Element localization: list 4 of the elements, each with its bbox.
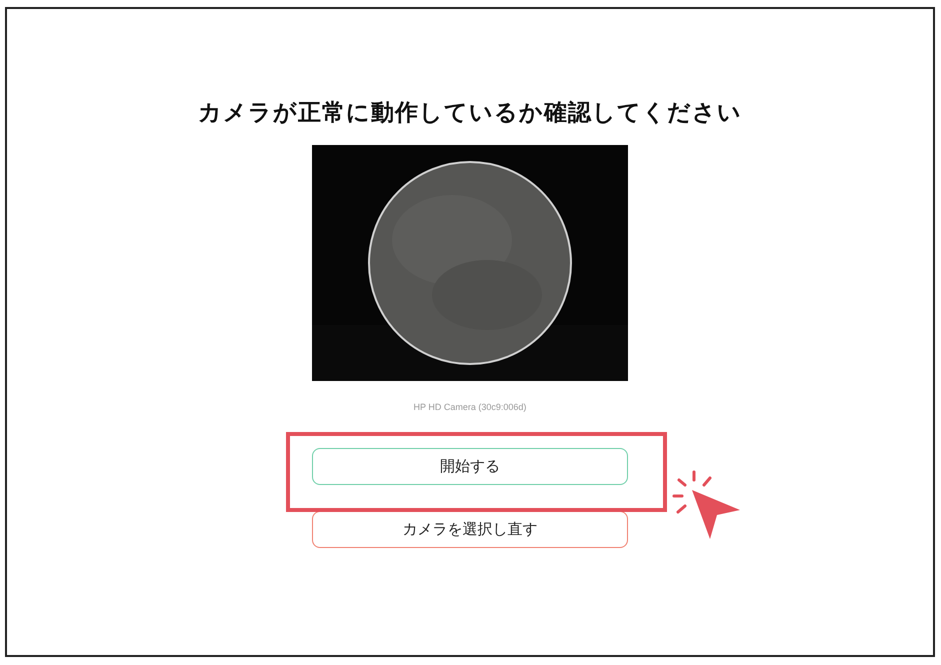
page-title: カメラが正常に動作しているか確認してください — [198, 99, 742, 128]
button[interactable]: 開始する — [312, 448, 628, 485]
device-label: HP HD Camera (30c9:006d) — [414, 402, 526, 412]
button[interactable]: カメラを選択し直す — [312, 511, 628, 548]
